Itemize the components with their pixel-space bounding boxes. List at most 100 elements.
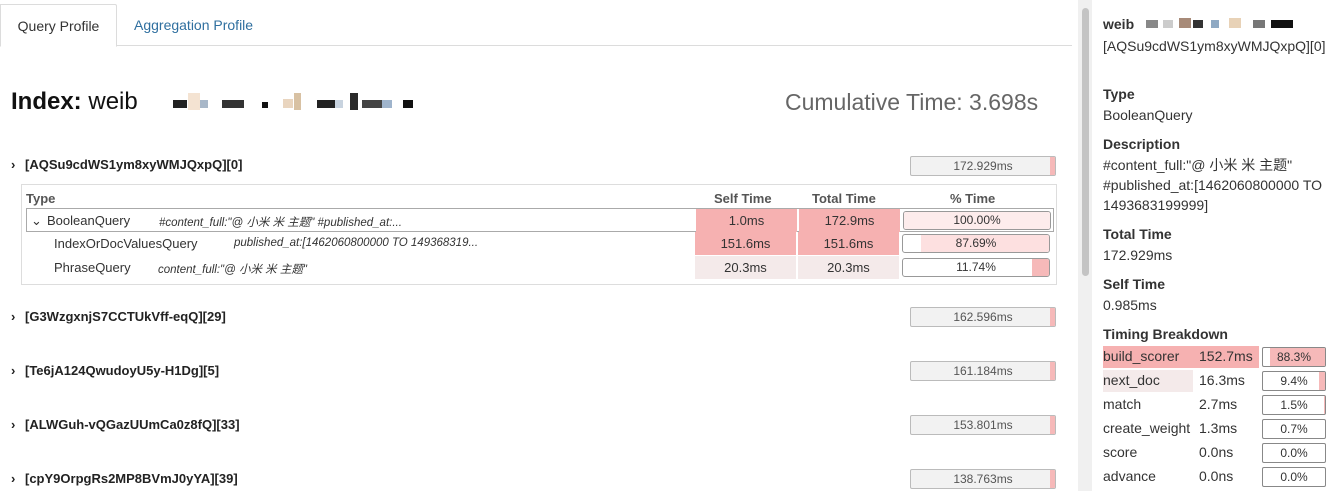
scrollbar-thumb[interactable]	[1082, 8, 1089, 276]
shard-id: [G3WzgxnjS7CCTUkVff-eqQ][29]	[25, 309, 226, 324]
breakdown-time: 16.3ms	[1199, 372, 1245, 388]
breakdown-pct-bar: 0.7%	[1262, 419, 1326, 439]
shard-time-bar: 161.184ms	[910, 361, 1056, 381]
collapse-icon[interactable]: ⌄	[31, 213, 42, 229]
shard-row[interactable]: › [AQSu9cdWS1ym8xyWMJQxpQ][0]	[11, 157, 242, 172]
breakdown-name: advance	[1103, 468, 1156, 484]
query-description: content_full:"@ 小米 米 主题"	[158, 264, 307, 276]
shard-time-fill	[1050, 470, 1055, 488]
breakdown-row: next_doc 16.3ms 9.4%	[1103, 370, 1327, 392]
shard-time-bar: 138.763ms	[910, 469, 1056, 489]
breakdown-name: match	[1103, 396, 1142, 412]
index-name: weib	[88, 88, 138, 115]
shard-row[interactable]: › [cpY9OrpgRs2MP8BVmJ0yYA][39]	[11, 471, 238, 486]
breakdown-pct-bar: 1.5%	[1262, 395, 1326, 415]
shard-time-bar: 153.801ms	[910, 415, 1056, 435]
query-type: PhraseQuery	[54, 260, 131, 275]
pct-fill	[1031, 259, 1049, 276]
header-type: Type	[26, 191, 56, 206]
timing-breakdown-label: Timing Breakdown	[1103, 326, 1228, 342]
breakdown-time: 2.7ms	[1199, 396, 1238, 412]
description-line: #published_at:[1462060800000 TO	[1103, 177, 1323, 193]
total-time-label: Total Time	[1103, 226, 1172, 242]
pct-time: 11.74%	[956, 260, 996, 274]
self-time-cell: 1.0ms	[696, 209, 797, 232]
breakdown-row: create_weight 1.3ms 0.7%	[1103, 418, 1327, 440]
type-value: BooleanQuery	[1103, 107, 1193, 123]
shard-time-fill	[1050, 362, 1055, 380]
index-title: Index: weib	[11, 88, 138, 116]
query-row[interactable]: IndexOrDocValuesQuery published_at:[1462…	[26, 232, 1054, 256]
breakdown-pct-bar: 9.4%	[1262, 371, 1326, 391]
pct-time-bar: 11.74%	[902, 258, 1050, 277]
tab-query-profile[interactable]: Query Profile	[0, 4, 117, 47]
cumulative-time: Cumulative Time: 3.698s	[785, 89, 1039, 115]
shard-time-fill	[1050, 157, 1055, 175]
query-type: BooleanQuery	[47, 213, 131, 228]
chevron-right-icon: ›	[11, 363, 16, 378]
total-time-cell: 172.9ms	[799, 209, 900, 232]
breakdown-pct-fill	[1324, 396, 1325, 414]
pct-time: 87.69%	[955, 236, 997, 250]
query-type: IndexOrDocValuesQuery	[54, 236, 198, 251]
header-pct-time: % Time	[950, 191, 996, 206]
total-time-cell: 20.3ms	[798, 256, 899, 279]
shard-time-fill	[1050, 308, 1055, 326]
chevron-right-icon: ›	[11, 309, 16, 324]
self-time-cell: 151.6ms	[695, 232, 796, 255]
breakdown-pct: 0.7%	[1280, 422, 1308, 436]
chevron-right-icon: ›	[11, 471, 16, 486]
main-scrollbar[interactable]	[1078, 0, 1092, 491]
shard-row[interactable]: › [Te6jA124QwudoyU5y-H1Dg][5]	[11, 363, 219, 378]
breakdown-pct: 1.5%	[1280, 398, 1308, 412]
breakdown-pct-bar: 88.3%	[1262, 347, 1326, 367]
breakdown-pct: 88.3%	[1276, 350, 1312, 364]
index-label: Index:	[11, 88, 82, 115]
breakdown-pct-fill	[1319, 372, 1325, 390]
breakdown-pct-bar: 0.0%	[1262, 443, 1326, 463]
pct-time: 100.00%	[953, 213, 1001, 227]
detail-shard-id: [AQSu9cdWS1ym8xyWMJQxpQ][0]	[1103, 38, 1326, 54]
description-line: 1493683199999]	[1103, 197, 1209, 213]
self-time-cell: 20.3ms	[695, 256, 796, 279]
shard-time: 172.929ms	[953, 159, 1013, 173]
shard-id: [AQSu9cdWS1ym8xyWMJQxpQ][0]	[25, 157, 243, 172]
breakdown-row: build_scorer 152.7ms 88.3%	[1103, 346, 1327, 368]
shard-time: 162.596ms	[953, 310, 1013, 324]
description-line: #content_full:"@ 小米 米 主题"	[1103, 157, 1293, 173]
query-row[interactable]: ⌄ BooleanQuery #content_full:"@ 小米 米 主题"…	[26, 208, 1054, 232]
breakdown-row: match 2.7ms 1.5%	[1103, 394, 1327, 416]
shard-time: 138.763ms	[953, 472, 1013, 486]
tab-aggregation-profile[interactable]: Aggregation Profile	[134, 4, 253, 47]
breakdown-time: 152.7ms	[1199, 348, 1253, 364]
header-total-time: Total Time	[812, 191, 876, 206]
query-description: #content_full:"@ 小米 米 主题" #published_at:…	[159, 217, 402, 229]
breakdown-pct-bar: 0.0%	[1262, 467, 1326, 487]
query-row[interactable]: PhraseQuery content_full:"@ 小米 米 主题" 20.…	[26, 256, 1054, 280]
shard-row[interactable]: › [G3WzgxnjS7CCTUkVff-eqQ][29]	[11, 309, 226, 324]
breakdown-name: next_doc	[1103, 372, 1160, 388]
breakdown-pct: 0.0%	[1280, 470, 1308, 484]
breakdown-pct: 0.0%	[1280, 446, 1308, 460]
shard-row[interactable]: › [ALWGuh-vQGazUUmCa0z8fQ][33]	[11, 417, 240, 432]
breakdown-name: score	[1103, 444, 1138, 460]
shard-time-bar: 172.929ms	[910, 156, 1056, 176]
total-time-value: 172.929ms	[1103, 247, 1173, 263]
total-time-cell: 151.6ms	[798, 232, 899, 255]
shard-time-fill	[1050, 416, 1055, 434]
shard-id: [Te6jA124QwudoyU5y-H1Dg][5]	[25, 363, 220, 378]
shard-time-bar: 162.596ms	[910, 307, 1056, 327]
breakdown-name: create_weight	[1103, 420, 1191, 436]
breakdown-name: build_scorer	[1103, 348, 1180, 364]
shard-time: 161.184ms	[953, 364, 1013, 378]
breakdown-row: score 0.0ns 0.0%	[1103, 442, 1327, 464]
shard-id: [ALWGuh-vQGazUUmCa0z8fQ][33]	[25, 417, 240, 432]
pct-time-bar: 100.00%	[903, 211, 1051, 230]
breakdown-time: 1.3ms	[1199, 420, 1238, 436]
detail-index-name: weib	[1103, 16, 1135, 32]
header-self-time: Self Time	[714, 191, 772, 206]
breakdown-time: 0.0ns	[1199, 444, 1234, 460]
chevron-right-icon: ›	[11, 417, 16, 432]
type-label: Type	[1103, 86, 1135, 102]
shard-time: 153.801ms	[953, 418, 1013, 432]
